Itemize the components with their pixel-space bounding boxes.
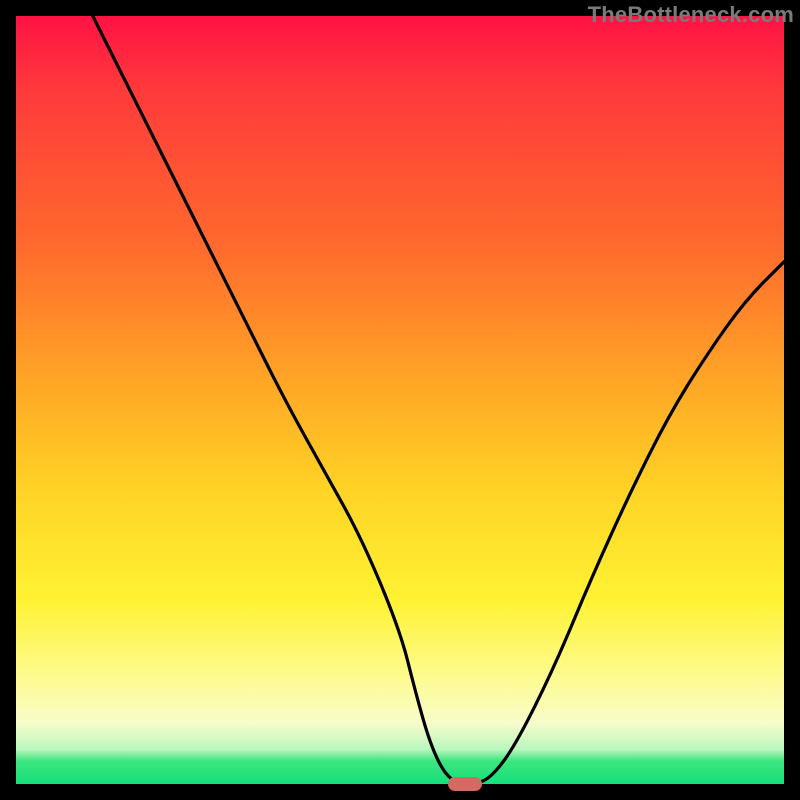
optimum-marker — [448, 777, 482, 791]
curve-svg — [16, 16, 784, 784]
chart-frame: TheBottleneck.com — [0, 0, 800, 800]
bottleneck-curve-path — [93, 16, 784, 784]
plot-area — [16, 16, 784, 784]
